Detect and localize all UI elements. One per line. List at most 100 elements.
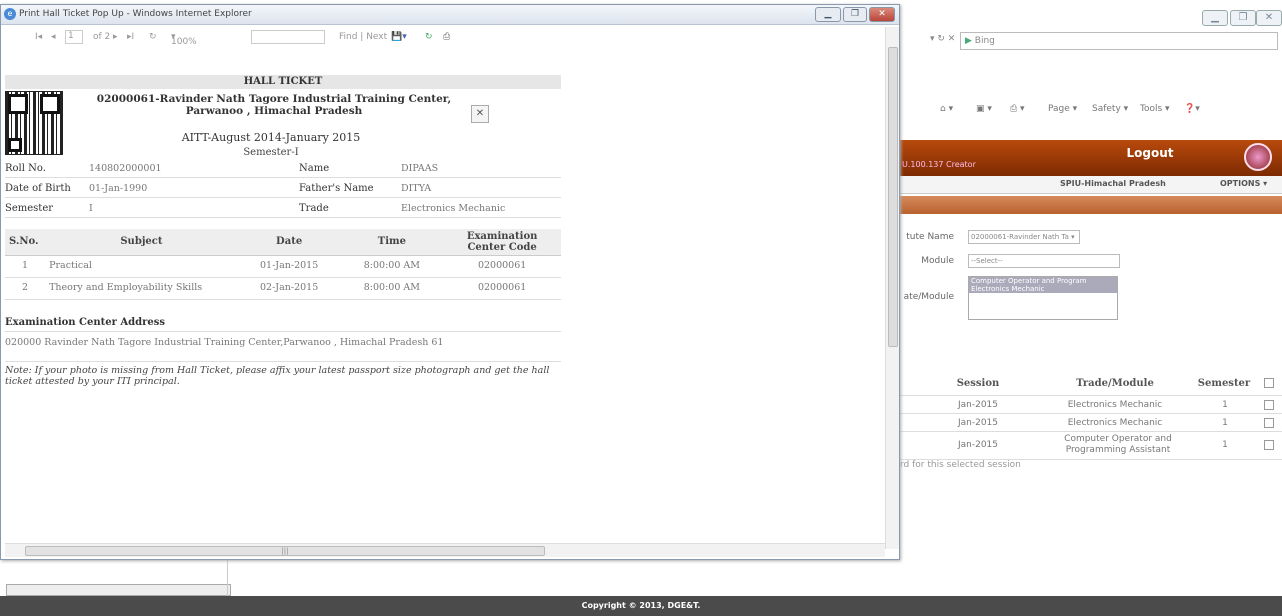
popup-minimize-button[interactable]: ▁ — [815, 7, 841, 22]
tools-menu[interactable]: Tools ▾ — [1140, 104, 1170, 114]
institute-select[interactable]: 02000061-Ravinder Nath Ta ▾ — [968, 230, 1080, 244]
refresh-report-icon[interactable]: ↻ — [425, 32, 433, 42]
exam-title: AITT-August 2014-January 2015 — [181, 131, 361, 144]
module-select[interactable]: --Select-- — [968, 254, 1120, 268]
header-subject: Subject — [45, 229, 238, 256]
institute-label: tute Name — [906, 232, 954, 242]
divider — [5, 217, 561, 218]
first-page-button[interactable]: I◂ — [35, 32, 42, 42]
cell-date: 01-Jan-2015 — [237, 255, 341, 278]
no-data-text: rd for this selected session — [900, 460, 1021, 470]
module-label: Module — [921, 256, 954, 266]
page-number-input[interactable]: 1 — [65, 30, 83, 44]
subjects-table: S.No. Subject Date Time Examination Cent… — [5, 229, 561, 300]
header-date: Date — [237, 229, 341, 256]
next-page-button[interactable]: ▸ — [113, 32, 118, 42]
last-page-button[interactable]: ▸I — [127, 32, 134, 42]
table-header: Session Trade/Module Semester — [900, 372, 1282, 396]
search-input[interactable]: ▶ Bing — [960, 32, 1278, 50]
row-checkbox[interactable] — [1264, 440, 1274, 450]
report-toolbar: I◂ ◂ 1 of 2 ▸ ▸I ↻ 100% ▾ Find | Next 💾▾… — [5, 27, 605, 49]
cell-time: 8:00:00 AM — [340, 277, 444, 300]
cell-subject: Practical — [45, 255, 238, 278]
header-time: Time — [340, 229, 444, 256]
safety-menu[interactable]: Safety ▾ — [1092, 104, 1128, 114]
emblem-logo — [1244, 143, 1272, 171]
name-label: Name — [299, 163, 330, 174]
semester-label: Semester — [5, 203, 54, 214]
header-center-code: Examination Center Code — [443, 229, 561, 256]
select-all-checkbox[interactable] — [1264, 378, 1274, 388]
zoom-select[interactable]: 100% ▾ — [171, 32, 237, 47]
cell-center-code: 02000061 — [443, 255, 561, 278]
horizontal-scrollbar[interactable]: ||| — [5, 543, 885, 557]
divider — [227, 556, 228, 596]
table-row[interactable]: Jan-2015 Electronics Mechanic 1 — [900, 414, 1282, 432]
print-icon[interactable]: ⎙ — [443, 32, 450, 42]
ip-text: U.100.137 Creator — [902, 160, 976, 169]
cell-session: Jan-2015 — [957, 418, 999, 428]
table-row: 2 Theory and Employability Skills 02-Jan… — [5, 277, 561, 300]
hall-ticket-header: HALL TICKET — [5, 75, 561, 89]
address-bar-area: ▾ ↻ ✕ ▶ Bing — [900, 30, 1282, 54]
qr-code — [5, 91, 63, 155]
horizontal-scrollbar[interactable] — [6, 584, 231, 596]
prev-page-button[interactable]: ◂ — [51, 32, 56, 42]
hall-ticket-popup-window: e Print Hall Ticket Pop Up - Windows Int… — [0, 4, 900, 560]
list-item[interactable]: Computer Operator and Program — [969, 277, 1117, 285]
cell-center-code: 02000061 — [443, 277, 561, 300]
list-item[interactable]: Electronics Mechanic — [969, 285, 1117, 293]
section-band — [900, 196, 1282, 214]
maximize-button[interactable]: ❐ — [1230, 10, 1256, 26]
cell-date: 02-Jan-2015 — [237, 277, 341, 300]
refresh-icon[interactable]: ▾ ↻ ✕ — [930, 34, 955, 44]
popup-maximize-button[interactable]: ❐ — [843, 7, 867, 22]
minimize-button[interactable]: ▁ — [1202, 10, 1228, 26]
address-title: Examination Center Address — [5, 317, 165, 328]
scroll-thumb[interactable]: ||| — [25, 546, 545, 556]
find-input[interactable] — [251, 30, 325, 44]
popup-title: Print Hall Ticket Pop Up - Windows Inter… — [19, 9, 252, 19]
close-icon[interactable]: ✕ — [471, 105, 489, 123]
popup-close-button[interactable]: ✕ — [869, 7, 895, 22]
cell-session: Jan-2015 — [957, 400, 999, 410]
table-row: 1 Practical 01-Jan-2015 8:00:00 AM 02000… — [5, 255, 561, 278]
command-bar: ⌂ ▾ ▣ ▾ ⎙ ▾ Page ▾ Safety ▾ Tools ▾ ❓▾ — [930, 104, 1282, 124]
divider — [5, 197, 561, 198]
footer-copyright: Copyright © 2013, DGE&T. — [0, 596, 1282, 616]
refresh-icon[interactable]: ↻ — [149, 32, 157, 42]
options-menu[interactable]: OPTIONS ▾ — [1220, 179, 1267, 188]
dob-label: Date of Birth — [5, 183, 71, 194]
export-icon[interactable]: 💾▾ — [391, 32, 407, 42]
vertical-scrollbar[interactable] — [885, 27, 899, 549]
cell-semester: 1 — [1222, 400, 1228, 410]
trade-label: Trade — [299, 203, 329, 214]
cell-time: 8:00:00 AM — [340, 255, 444, 278]
home-icon[interactable]: ⌂ ▾ — [940, 104, 953, 114]
page-menu[interactable]: Page ▾ — [1048, 104, 1077, 114]
cell-trade: Computer Operator and Programming Assist… — [1064, 434, 1172, 455]
feeds-icon[interactable]: ▣ ▾ — [976, 104, 992, 114]
print-icon[interactable]: ⎙ ▾ — [1010, 104, 1025, 114]
help-icon[interactable]: ❓▾ — [1184, 104, 1200, 114]
bing-icon: ▶ — [965, 36, 975, 46]
name-value: DIPAAS — [401, 163, 439, 174]
cell-subject: Theory and Employability Skills — [45, 277, 238, 300]
divider — [5, 361, 561, 362]
header-sno: S.No. — [5, 229, 46, 256]
row-checkbox[interactable] — [1264, 418, 1274, 428]
table-row[interactable]: Jan-2015 Computer Operator and Programmi… — [900, 432, 1282, 460]
logout-link[interactable]: Logout — [1110, 140, 1190, 166]
photo-note: Note: If your photo is missing from Hall… — [5, 365, 550, 387]
semester-line: Semester-I — [243, 147, 299, 158]
find-next-link[interactable]: Find | Next — [339, 32, 387, 42]
trade-value: Electronics Mechanic — [401, 203, 506, 214]
row-checkbox[interactable] — [1264, 400, 1274, 410]
table-row[interactable]: Jan-2015 Electronics Mechanic 1 — [900, 396, 1282, 414]
cell-session: Jan-2015 — [957, 440, 999, 450]
scroll-thumb[interactable] — [888, 47, 898, 347]
close-button[interactable]: ✕ — [1256, 10, 1282, 26]
cell-trade: Electronics Mechanic — [1067, 400, 1163, 410]
table-header: S.No. Subject Date Time Examination Cent… — [5, 229, 561, 256]
trade-module-listbox[interactable]: Computer Operator and Program Electronic… — [968, 276, 1118, 320]
